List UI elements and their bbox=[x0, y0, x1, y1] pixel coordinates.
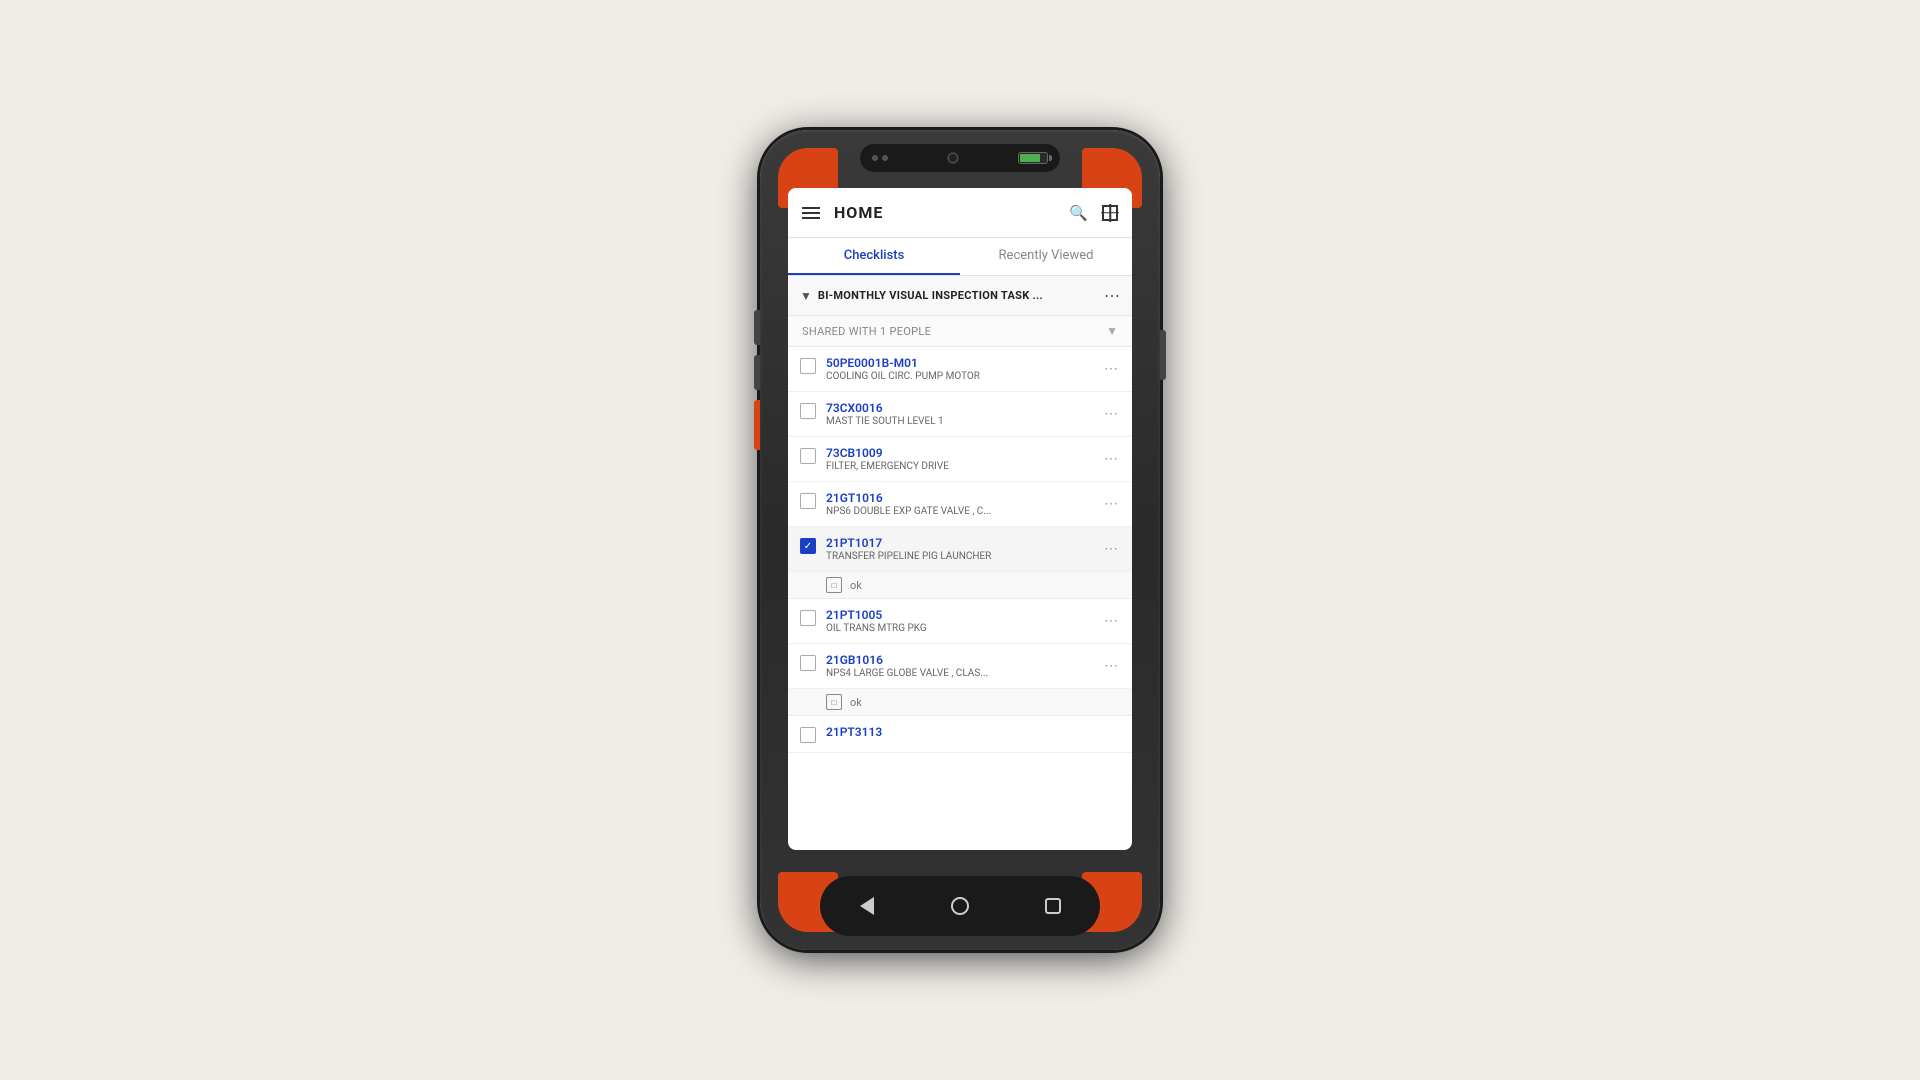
tab-recently-viewed[interactable]: Recently Viewed bbox=[960, 238, 1132, 275]
nav-home-button[interactable] bbox=[942, 888, 978, 924]
item-id-1: 50PE0001B-M01 bbox=[826, 356, 1102, 370]
checkbox-5[interactable] bbox=[800, 538, 816, 554]
tab-checklists[interactable]: Checklists bbox=[788, 238, 960, 275]
app-header: HOME 🔍 bbox=[788, 188, 1132, 238]
checklist-item-3[interactable]: 73CB1009 FILTER, EMERGENCY DRIVE ⋯ bbox=[788, 437, 1132, 482]
checkbox-7[interactable] bbox=[800, 655, 816, 671]
battery-indicator bbox=[1018, 152, 1048, 164]
checklist-item-5[interactable]: 21PT1017 TRANSFER PIPELINE PIG LAUNCHER … bbox=[788, 527, 1132, 572]
item-desc-5: TRANSFER PIPELINE PIG LAUNCHER bbox=[826, 551, 1102, 562]
search-icon[interactable]: 🔍 bbox=[1069, 204, 1088, 222]
item-more-3[interactable]: ⋯ bbox=[1102, 451, 1120, 467]
item-more-1[interactable]: ⋯ bbox=[1102, 361, 1120, 377]
checklist-item-7[interactable]: 21GB1016 NPS4 LARGE GLOBE VALVE , CLAS..… bbox=[788, 644, 1132, 689]
item-content-7: 21GB1016 NPS4 LARGE GLOBE VALVE , CLAS..… bbox=[826, 653, 1102, 679]
scan-crosshair bbox=[1102, 205, 1118, 221]
ok-text-1: ok bbox=[850, 579, 862, 592]
checkbox-2[interactable] bbox=[800, 403, 816, 419]
item-id-8: 21PT3113 bbox=[826, 725, 1120, 739]
menu-line-1 bbox=[802, 207, 820, 209]
top-bar-dots bbox=[872, 155, 888, 161]
ok-row-2: □ ok bbox=[788, 689, 1132, 716]
item-desc-1: COOLING OIL CIRC. PUMP MOTOR bbox=[826, 371, 1102, 382]
item-desc-3: FILTER, EMERGENCY DRIVE bbox=[826, 461, 1102, 472]
dot-2 bbox=[882, 155, 888, 161]
home-icon bbox=[951, 897, 969, 915]
screen: HOME 🔍 Checklists Recently Viewed ▼ B bbox=[788, 188, 1132, 850]
checklist-item-8[interactable]: 21PT3113 bbox=[788, 716, 1132, 753]
item-id-3: 73CB1009 bbox=[826, 446, 1102, 460]
checklist-item-6[interactable]: 21PT1005 OIL TRANS MTRG PKG ⋯ bbox=[788, 599, 1132, 644]
checkbox-1[interactable] bbox=[800, 358, 816, 374]
content-scroll[interactable]: ▼ BI-MONTHLY VISUAL INSPECTION TASK ... … bbox=[788, 276, 1132, 842]
ok-icon-1: □ bbox=[826, 577, 842, 593]
device-shell: HOME 🔍 Checklists Recently Viewed ▼ B bbox=[760, 130, 1160, 950]
item-more-2[interactable]: ⋯ bbox=[1102, 406, 1120, 422]
header-icons: 🔍 bbox=[1069, 204, 1118, 222]
item-content-1: 50PE0001B-M01 COOLING OIL CIRC. PUMP MOT… bbox=[826, 356, 1102, 382]
ok-text-2: ok bbox=[850, 696, 862, 709]
item-desc-4: NPS6 DOUBLE EXP GATE VALVE , C... bbox=[826, 506, 1102, 517]
tabs-bar: Checklists Recently Viewed bbox=[788, 238, 1132, 276]
nav-recents-button[interactable] bbox=[1035, 888, 1071, 924]
item-more-6[interactable]: ⋯ bbox=[1102, 613, 1120, 629]
checkbox-4[interactable] bbox=[800, 493, 816, 509]
section-more-icon[interactable]: ⋯ bbox=[1104, 286, 1120, 305]
shared-label: SHARED WITH 1 PEOPLE bbox=[802, 325, 1106, 338]
app-title: HOME bbox=[834, 203, 1069, 222]
checklist-item-1[interactable]: 50PE0001B-M01 COOLING OIL CIRC. PUMP MOT… bbox=[788, 347, 1132, 392]
section-header: ▼ BI-MONTHLY VISUAL INSPECTION TASK ... … bbox=[788, 276, 1132, 316]
item-content-3: 73CB1009 FILTER, EMERGENCY DRIVE bbox=[826, 446, 1102, 472]
item-content-4: 21GT1016 NPS6 DOUBLE EXP GATE VALVE , C.… bbox=[826, 491, 1102, 517]
ok-icon-2: □ bbox=[826, 694, 842, 710]
checklist-item-2[interactable]: 73CX0016 MAST TIE SOUTH LEVEL 1 ⋯ bbox=[788, 392, 1132, 437]
recents-icon bbox=[1045, 898, 1061, 914]
checkbox-6[interactable] bbox=[800, 610, 816, 626]
device-nav-bar bbox=[820, 876, 1100, 936]
item-desc-6: OIL TRANS MTRG PKG bbox=[826, 623, 1102, 634]
item-content-5: 21PT1017 TRANSFER PIPELINE PIG LAUNCHER bbox=[826, 536, 1102, 562]
item-desc-7: NPS4 LARGE GLOBE VALVE , CLAS... bbox=[826, 668, 1102, 679]
item-more-4[interactable]: ⋯ bbox=[1102, 496, 1120, 512]
right-side-button[interactable] bbox=[1160, 330, 1166, 380]
menu-line-3 bbox=[802, 217, 820, 219]
section-title: BI-MONTHLY VISUAL INSPECTION TASK ... bbox=[818, 289, 1104, 302]
item-content-8: 21PT3113 bbox=[826, 725, 1120, 740]
item-more-5[interactable]: ⋯ bbox=[1102, 541, 1120, 557]
item-id-4: 21GT1016 bbox=[826, 491, 1102, 505]
left-side-button-1[interactable] bbox=[754, 310, 760, 345]
checkbox-8[interactable] bbox=[800, 727, 816, 743]
back-icon bbox=[860, 897, 874, 915]
device: HOME 🔍 Checklists Recently Viewed ▼ B bbox=[760, 130, 1160, 950]
item-id-7: 21GB1016 bbox=[826, 653, 1102, 667]
shared-chevron-icon: ▼ bbox=[1106, 324, 1118, 338]
item-id-2: 73CX0016 bbox=[826, 401, 1102, 415]
ok-row-1: □ ok bbox=[788, 572, 1132, 599]
checklist-item-4[interactable]: 21GT1016 NPS6 DOUBLE EXP GATE VALVE , C.… bbox=[788, 482, 1132, 527]
item-id-6: 21PT1005 bbox=[826, 608, 1102, 622]
menu-line-2 bbox=[802, 212, 820, 214]
item-content-6: 21PT1005 OIL TRANS MTRG PKG bbox=[826, 608, 1102, 634]
scan-icon[interactable] bbox=[1102, 205, 1118, 221]
dot-1 bbox=[872, 155, 878, 161]
shared-bar[interactable]: SHARED WITH 1 PEOPLE ▼ bbox=[788, 316, 1132, 347]
front-camera bbox=[948, 153, 958, 163]
item-id-5: 21PT1017 bbox=[826, 536, 1102, 550]
device-top-bar bbox=[860, 144, 1060, 172]
menu-button[interactable] bbox=[802, 207, 820, 219]
left-side-button-2[interactable] bbox=[754, 355, 760, 390]
item-desc-2: MAST TIE SOUTH LEVEL 1 bbox=[826, 416, 1102, 427]
battery-fill bbox=[1020, 154, 1040, 162]
item-more-7[interactable]: ⋯ bbox=[1102, 658, 1120, 674]
left-side-button-ptt[interactable] bbox=[754, 400, 760, 450]
checkbox-3[interactable] bbox=[800, 448, 816, 464]
section-collapse-icon[interactable]: ▼ bbox=[800, 289, 812, 303]
nav-back-button[interactable] bbox=[849, 888, 885, 924]
item-content-2: 73CX0016 MAST TIE SOUTH LEVEL 1 bbox=[826, 401, 1102, 427]
